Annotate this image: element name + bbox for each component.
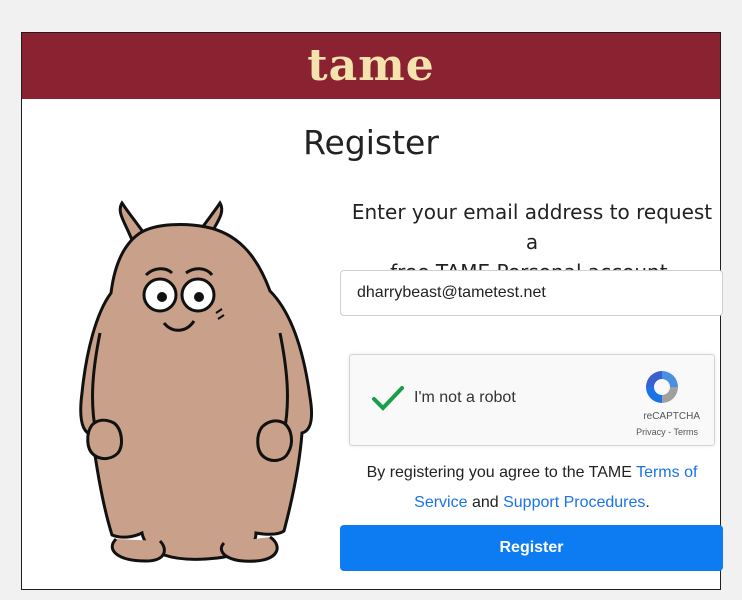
intro-line-1: Enter your email address to request a [351, 200, 713, 254]
monster-mascot-icon [79, 200, 314, 563]
agreement-suffix: . [645, 494, 650, 511]
recaptcha-widget[interactable]: I'm not a robot reCAPTCHA Privacy - Term… [349, 354, 715, 446]
agreement-middle: and [467, 494, 504, 511]
checkmark-icon[interactable] [370, 383, 406, 413]
recaptcha-links: Privacy - Terms [636, 427, 698, 437]
agreement-text: By registering you agree to the TAME Ter… [342, 458, 722, 518]
recaptcha-terms-link[interactable]: Terms [674, 427, 699, 437]
tame-logo[interactable]: tame [307, 44, 434, 88]
agreement-prefix: By registering you agree to the TAME [366, 464, 637, 481]
recaptcha-brand: reCAPTCHA [643, 411, 700, 422]
recaptcha-logo-icon [646, 371, 678, 403]
register-button[interactable]: Register [340, 525, 723, 571]
recaptcha-privacy-link[interactable]: Privacy [636, 427, 666, 437]
captcha-label: I'm not a robot [414, 389, 516, 406]
recaptcha-separator: - [665, 427, 674, 437]
email-field[interactable] [340, 270, 723, 316]
register-panel: tame Register Enter your email address t… [21, 32, 723, 590]
page-title: Register [303, 123, 439, 162]
site-header: tame [22, 33, 720, 99]
support-procedures-link[interactable]: Support Procedures [503, 494, 645, 511]
